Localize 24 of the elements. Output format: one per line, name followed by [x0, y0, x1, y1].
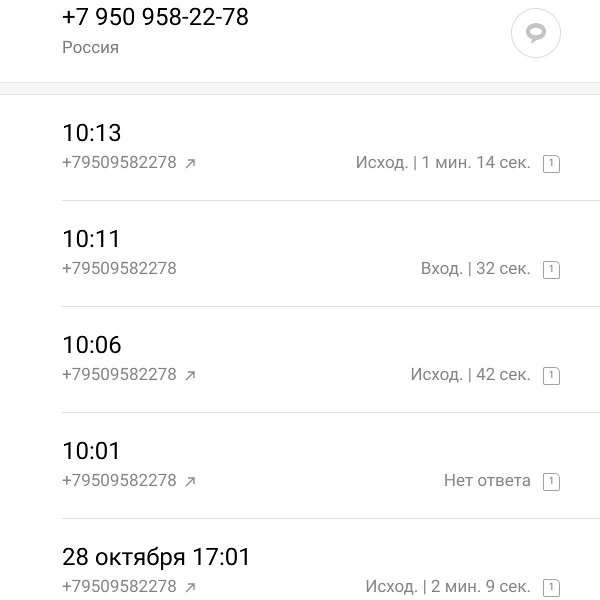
call-details: Исход. | 2 мин. 9 сек.	[365, 576, 531, 600]
call-time: 28 октября 17:01	[62, 542, 253, 573]
call-details: Исход. | 42 сек.	[410, 364, 531, 388]
phone-number: +7 950 958-22-78	[62, 2, 250, 33]
country-label: Россия	[62, 37, 120, 59]
sim-badge: 1	[543, 155, 560, 173]
caller-number: +79509582278	[62, 152, 177, 176]
sim-badge: 1	[543, 579, 560, 597]
call-time: 10:06	[62, 330, 123, 361]
caller-number: +79509582278	[62, 470, 177, 494]
caller-number: +79509582278	[62, 576, 177, 600]
chat-bubble-icon	[523, 20, 549, 46]
call-time: 10:01	[62, 436, 123, 467]
caller-number: +79509582278	[62, 258, 177, 282]
call-time: 10:13	[62, 118, 123, 149]
call-details: Исход. | 1 мин. 14 сек.	[356, 152, 531, 176]
sim-badge: 1	[543, 367, 560, 385]
call-details: Нет ответа	[444, 470, 531, 494]
message-button[interactable]	[511, 8, 561, 58]
call-time: 10:11	[62, 224, 123, 255]
caller-number: +79509582278	[62, 364, 177, 388]
sim-badge: 1	[543, 261, 560, 279]
call-details: Вход. | 32 сек.	[420, 258, 531, 282]
sim-badge: 1	[543, 473, 560, 491]
